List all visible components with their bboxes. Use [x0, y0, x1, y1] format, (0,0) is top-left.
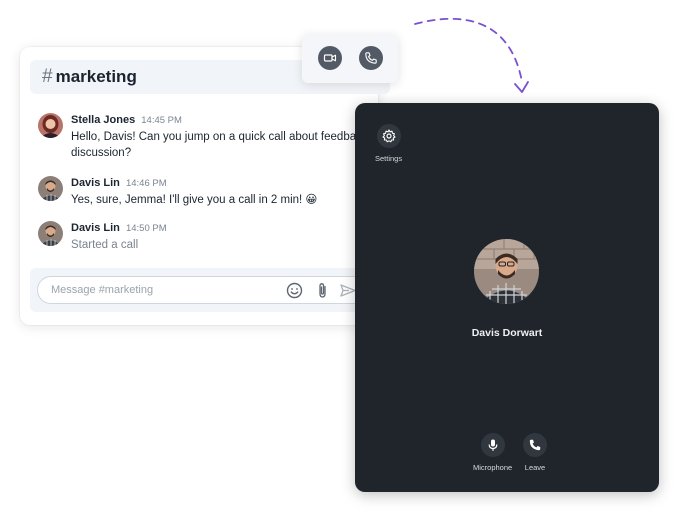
- microphone-icon: [488, 439, 497, 451]
- message-item: Davis Lin 14:46 PM Yes, sure, Jemma! I'l…: [38, 176, 317, 208]
- message-author: Davis Lin: [71, 177, 120, 189]
- message-author: Stella Jones: [71, 114, 136, 126]
- message-time: 14:45 PM: [141, 115, 182, 126]
- phone-icon: [529, 439, 541, 451]
- settings-button[interactable]: Settings: [375, 124, 402, 163]
- voice-call-button[interactable]: [359, 46, 383, 70]
- leave-button[interactable]: Leave: [523, 433, 547, 472]
- message-item: Stella Jones 14:45 PM Hello, Davis! Can …: [38, 113, 368, 161]
- call-actions-popup: [302, 34, 398, 83]
- channel-hash: #: [42, 66, 53, 87]
- message-time: 14:50 PM: [125, 223, 167, 234]
- microphone-label: Microphone: [473, 463, 513, 472]
- channel-name: marketing: [55, 67, 137, 86]
- phone-icon: [365, 52, 377, 64]
- participant-avatar: [474, 239, 539, 304]
- participant-name: Davis Dorwart: [471, 327, 543, 339]
- message-text: Yes, sure, Jemma! I'll give you a call i…: [71, 194, 318, 206]
- video-call-button[interactable]: [318, 46, 342, 70]
- dashed-arrow-icon: [414, 18, 529, 93]
- paperclip-icon[interactable]: [314, 282, 331, 299]
- video-camera-icon: [323, 54, 337, 62]
- message-time: 14:46 PM: [125, 178, 167, 189]
- leave-label: Leave: [524, 463, 546, 472]
- avatar: [38, 221, 63, 246]
- message-text: Hello, Davis! Can you jump on a quick ca…: [71, 131, 368, 159]
- avatar: [38, 113, 63, 138]
- chat-panel: # marketing Stella Jones 14:45 PM Hello,…: [20, 47, 390, 325]
- send-icon[interactable]: [339, 282, 356, 299]
- message-item: Davis Lin 14:50 PM Started a call: [38, 221, 167, 253]
- message-text: Started a call: [71, 239, 139, 251]
- avatar: [38, 176, 63, 201]
- video-call-window: Settings Davis Dorwart Microphone Leave: [355, 103, 659, 492]
- microphone-button[interactable]: Microphone: [473, 433, 512, 472]
- emoji-icon[interactable]: [286, 282, 303, 299]
- gear-icon: [381, 129, 396, 143]
- settings-label: Settings: [375, 154, 403, 163]
- message-author: Davis Lin: [71, 222, 120, 234]
